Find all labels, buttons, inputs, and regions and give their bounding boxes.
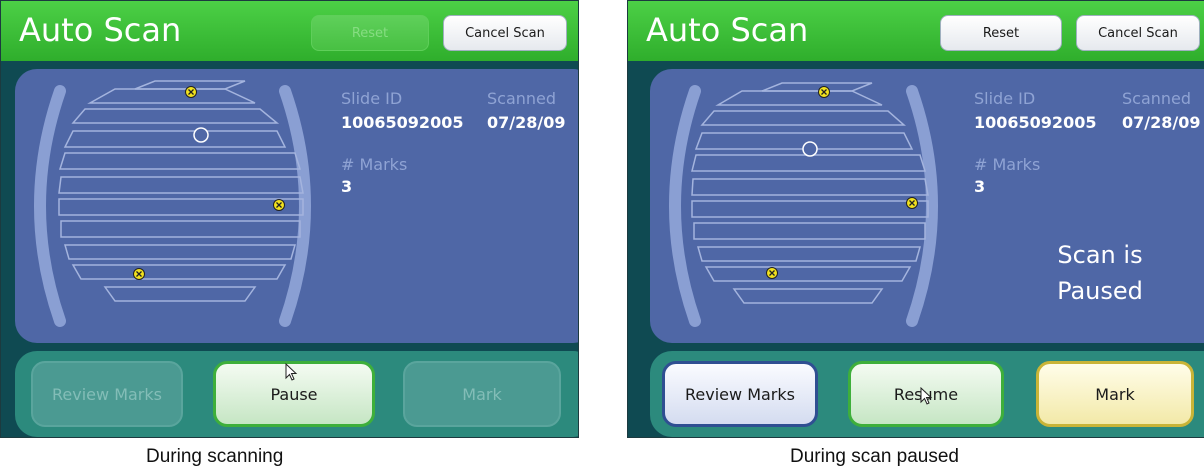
auto-scan-screen-paused: Auto Scan Reset Cancel Scan Slide ID 100…: [627, 0, 1204, 438]
auto-scan-screen-scanning: Auto Scan Reset Cancel Scan Slide ID 100…: [0, 0, 579, 438]
slide-id-label: Slide ID: [974, 89, 1036, 108]
mark-icon: [766, 267, 778, 279]
scan-paused-line2: Paused: [1057, 277, 1143, 305]
scan-position-icon: [193, 127, 209, 143]
mark-icon: [133, 268, 145, 280]
scan-lane: [103, 286, 257, 302]
marks-value: 3: [974, 177, 986, 196]
scan-map: [34, 80, 311, 327]
cancel-scan-button[interactable]: Cancel Scan: [1076, 15, 1200, 51]
scan-lane: [60, 220, 301, 238]
mark-icon: [818, 86, 830, 98]
scan-lane: [691, 200, 929, 218]
scan-paused-message: Scan is Paused: [1030, 237, 1170, 309]
mark-button[interactable]: Mark: [403, 361, 561, 427]
reset-button[interactable]: Reset: [940, 15, 1062, 51]
scan-lane: [71, 108, 280, 124]
scan-lane: [58, 198, 304, 216]
scan-lane: [704, 266, 912, 282]
scan-map: [669, 82, 938, 327]
mark-icon: [185, 86, 197, 98]
scan-lane: [691, 154, 927, 172]
scan-lane: [697, 246, 921, 262]
scan-lane: [732, 288, 884, 304]
marks-label: # Marks: [974, 155, 1041, 174]
mark-icon: [273, 199, 285, 211]
scanned-value: 07/28/09: [487, 113, 566, 132]
page-title: Auto Scan: [19, 11, 182, 49]
scan-paused-line1: Scan is: [1057, 241, 1143, 269]
slide-id-value: 10065092005: [974, 113, 1097, 132]
page-title: Auto Scan: [646, 11, 809, 49]
cursor-icon: [920, 387, 933, 405]
scan-lane: [64, 244, 296, 260]
right-bracket: [279, 85, 311, 327]
left-bracket: [34, 85, 66, 327]
scan-lane: [63, 130, 287, 148]
header-bar: Auto Scan Reset Cancel Scan: [1, 1, 578, 61]
scan-panel: Slide ID 10065092005 Scanned 07/28/09 # …: [15, 69, 578, 343]
scan-lane: [58, 152, 302, 170]
scan-position-icon: [802, 141, 818, 157]
caption-scanning: During scanning: [146, 446, 284, 467]
marks-label: # Marks: [341, 155, 408, 174]
review-marks-button[interactable]: Review Marks: [662, 361, 818, 427]
reset-button[interactable]: Reset: [311, 15, 429, 51]
scan-lane: [693, 222, 926, 240]
cursor-icon: [285, 363, 298, 381]
scan-lane: [87, 88, 256, 104]
slide-id-label: Slide ID: [341, 89, 403, 108]
marks-value: 3: [341, 177, 353, 196]
header-bar: Auto Scan Reset Cancel Scan: [628, 1, 1204, 61]
scan-panel: Slide ID 10065092005 Scanned 07/28/09 # …: [650, 69, 1204, 343]
scan-lane: [58, 176, 304, 194]
scanned-value: 07/28/09: [1122, 113, 1201, 132]
scan-lane: [691, 178, 929, 196]
scanned-label: Scanned: [1122, 89, 1192, 108]
mark-icon: [906, 197, 918, 209]
caption-paused: During scan paused: [790, 446, 959, 467]
slide-id-value: 10065092005: [341, 113, 464, 132]
cancel-scan-button[interactable]: Cancel Scan: [443, 15, 567, 51]
mark-button[interactable]: Mark: [1036, 361, 1194, 427]
review-marks-button[interactable]: Review Marks: [31, 361, 183, 427]
scan-lane: [715, 90, 883, 106]
scan-lane: [761, 82, 873, 92]
scan-lane: [71, 264, 287, 280]
scan-lane: [700, 110, 906, 126]
scanned-label: Scanned: [487, 89, 557, 108]
